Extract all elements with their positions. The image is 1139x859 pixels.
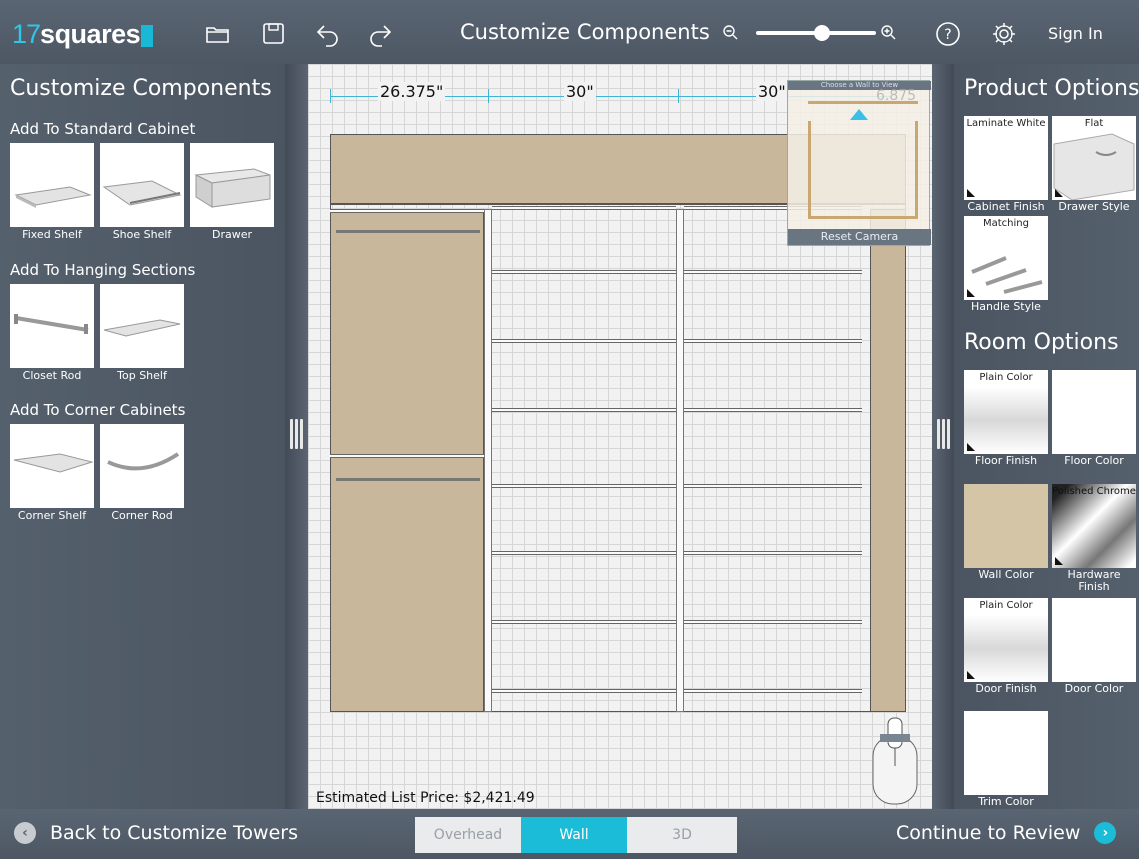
components-panel-title: Customize Components <box>10 76 272 101</box>
option-wall-color[interactable]: Wall Color <box>964 484 1048 581</box>
estimated-price: Estimated List Price: $2,421.49 <box>316 790 535 806</box>
chevron-left-icon: ‹ <box>14 822 36 844</box>
component-shoe-shelf[interactable]: Shoe Shelf <box>100 143 184 241</box>
section-title-hanging-sections: Add To Hanging Sections <box>10 261 196 279</box>
component-corner-shelf[interactable]: Corner Shelf <box>10 424 94 522</box>
view-tab-3d[interactable]: 3D <box>627 817 737 853</box>
closet-shelf[interactable] <box>492 339 676 343</box>
app-logo[interactable]: 17 squares <box>12 18 154 49</box>
closet-shelf[interactable] <box>684 408 862 412</box>
closet-side-panel <box>870 209 906 712</box>
zoom-knob[interactable] <box>814 25 830 41</box>
svg-text:?: ? <box>944 27 951 43</box>
continue-button-label: Continue to Review <box>896 822 1081 844</box>
closet-hanging-section[interactable] <box>330 209 484 712</box>
wall-selector-minimap[interactable]: Choose a Wall to View 6.875 Reset Camera <box>787 80 931 246</box>
back-button-label: Back to Customize Towers <box>50 822 298 844</box>
section-title-corner-cabinets: Add To Corner Cabinets <box>10 401 186 419</box>
components-panel: Customize Components Add To Standard Cab… <box>0 64 285 809</box>
closet-shelf[interactable] <box>684 551 862 555</box>
zoom-out-icon[interactable] <box>722 24 740 42</box>
zoom-in-icon[interactable] <box>880 24 898 42</box>
continue-button[interactable]: Continue to Review › <box>896 822 1117 844</box>
closet-rod[interactable] <box>336 478 480 481</box>
component-fixed-shelf[interactable]: Fixed Shelf <box>10 143 94 241</box>
left-panel-collapse-handle[interactable] <box>285 414 307 454</box>
view-tab-wall[interactable]: Wall <box>521 817 627 853</box>
logo-word: squares <box>40 18 141 49</box>
closet-divider <box>676 209 684 712</box>
back-button[interactable]: ‹ Back to Customize Towers <box>14 822 298 844</box>
option-hardware-finish[interactable]: Polished Chrome Hardware Finish <box>1052 484 1136 593</box>
options-panel: Product Options Laminate White Cabinet F… <box>954 64 1139 809</box>
product-options-title: Product Options <box>964 76 1139 101</box>
option-floor-color[interactable]: Floor Color <box>1052 370 1136 467</box>
closet-shelf[interactable] <box>492 484 676 488</box>
component-closet-rod[interactable]: Closet Rod <box>10 284 94 382</box>
dimension-label: 30" <box>756 82 788 101</box>
settings-gear-icon[interactable] <box>990 20 1018 48</box>
option-handle-style[interactable]: Matching Handle Style <box>964 216 1048 313</box>
closet-shelf[interactable] <box>330 454 484 458</box>
closet-shelf[interactable] <box>684 689 862 693</box>
help-icon[interactable]: ? <box>934 20 962 48</box>
component-corner-rod[interactable]: Corner Rod <box>100 424 184 522</box>
component-top-shelf[interactable]: Top Shelf <box>100 284 184 382</box>
dimension-label: 26.375" <box>378 82 446 101</box>
closet-shelf[interactable] <box>684 620 862 624</box>
closet-shelf[interactable] <box>492 206 676 210</box>
view-tab-overhead[interactable]: Overhead <box>415 817 521 853</box>
logo-number: 17 <box>12 18 41 49</box>
top-toolbar: 17 squares Customize Components ? Sign In <box>0 0 1139 64</box>
closet-shelf[interactable] <box>492 408 676 412</box>
closet-shelf[interactable] <box>684 484 862 488</box>
zoom-slider[interactable] <box>722 22 900 44</box>
closet-rod[interactable] <box>336 230 480 233</box>
logo-square <box>141 25 154 47</box>
open-folder-icon[interactable] <box>204 20 232 48</box>
option-drawer-style[interactable]: Flat Drawer Style <box>1052 116 1136 213</box>
room-options-title: Room Options <box>964 330 1119 355</box>
option-floor-finish[interactable]: Plain Color Floor Finish <box>964 370 1048 467</box>
closet-shelf[interactable] <box>492 551 676 555</box>
bottom-navigation: ‹ Back to Customize Towers Overhead Wall… <box>0 809 1139 859</box>
chevron-right-icon: › <box>1094 822 1117 844</box>
closet-divider <box>484 209 492 712</box>
undo-icon[interactable] <box>314 20 342 48</box>
mouse-controls-icon <box>872 716 918 806</box>
option-door-finish[interactable]: Plain Color Door Finish <box>964 598 1048 695</box>
sign-in-link[interactable]: Sign In <box>1048 24 1103 43</box>
closet-shelf[interactable] <box>492 689 676 693</box>
option-trim-color[interactable]: Trim Color <box>964 711 1048 808</box>
closet-shelf[interactable] <box>492 620 676 624</box>
dimension-label: 30" <box>564 82 596 101</box>
right-panel-collapse-handle[interactable] <box>932 414 954 454</box>
redo-icon[interactable] <box>366 20 394 48</box>
option-door-color[interactable]: Door Color <box>1052 598 1136 695</box>
closet-shelf[interactable] <box>684 270 862 274</box>
save-icon[interactable] <box>260 20 288 48</box>
wall-select-arrow-icon[interactable] <box>850 109 868 120</box>
minimap-room-outline <box>808 121 918 219</box>
reset-camera-button[interactable]: Reset Camera <box>788 229 931 245</box>
component-drawer[interactable]: Drawer <box>190 143 274 241</box>
page-title: Customize Components <box>460 20 710 44</box>
closet-shelf[interactable] <box>330 209 484 213</box>
option-cabinet-finish[interactable]: Laminate White Cabinet Finish <box>964 116 1048 213</box>
section-title-standard-cabinet: Add To Standard Cabinet <box>10 120 196 138</box>
closet-shelf[interactable] <box>492 270 676 274</box>
closet-shelf[interactable] <box>684 339 862 343</box>
